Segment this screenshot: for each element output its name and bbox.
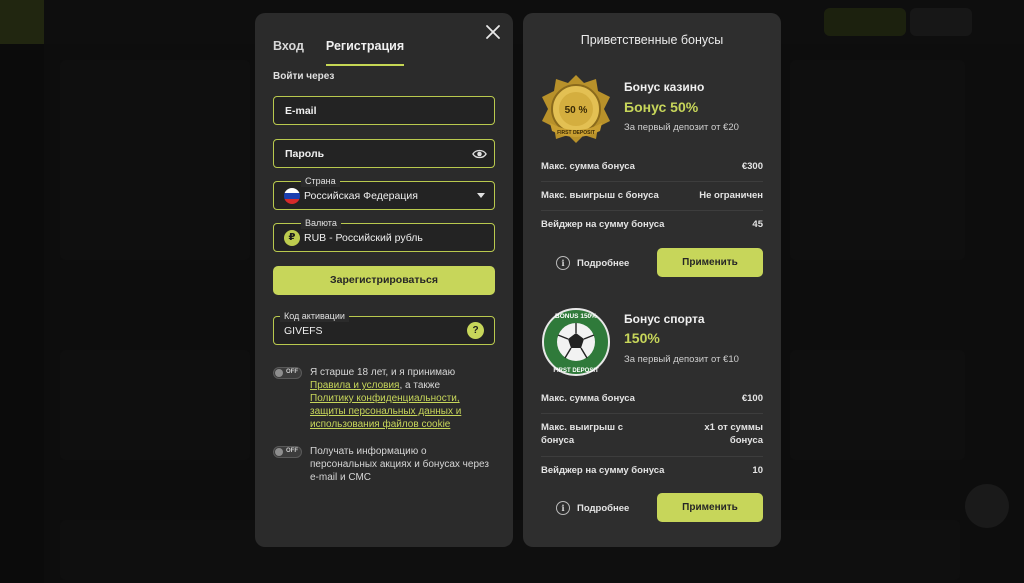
promo-consent: OFF Получать информацию о персональных а… <box>273 445 495 484</box>
sport-badge-text: BONUS 150% <box>555 313 597 320</box>
ruble-icon: ₽ <box>284 230 300 246</box>
row-value: €300 <box>741 161 763 172</box>
divider <box>541 181 763 182</box>
currency-legend: Валюта <box>301 217 341 229</box>
divider <box>541 413 763 414</box>
row-value: 10 <box>752 465 763 476</box>
password-field[interactable]: Пароль <box>273 139 495 168</box>
casino-bonus-name: Бонус казино <box>624 80 705 94</box>
registration-panel: Вход Регистрация Войти через E-mail Паро… <box>255 13 513 547</box>
caret-down-icon <box>477 193 485 198</box>
currency-select[interactable]: Валюта ₽ RUB - Российский рубль <box>273 217 495 252</box>
toggle-off-label: OFF <box>286 448 298 454</box>
table-row: Макс. сумма бонуса €100 <box>541 393 763 404</box>
register-button[interactable]: Зарегистрироваться <box>273 266 495 295</box>
country-value: Российская Федерация <box>304 190 418 202</box>
row-value: €100 <box>741 393 763 404</box>
country-select[interactable]: Страна Российская Федерация <box>273 175 495 210</box>
age-consent-text-middle: , а также <box>399 380 441 391</box>
row-value: x1 от суммы бонуса <box>704 422 763 446</box>
currency-value: RUB - Российский рубль <box>304 232 423 244</box>
casino-badge-text: 50 % <box>565 105 588 116</box>
rules-link[interactable]: Правила и условия <box>310 380 399 391</box>
close-icon[interactable] <box>485 24 501 40</box>
divider <box>541 456 763 457</box>
privacy-policy-link[interactable]: Политику конфиденциальности, защиты перс… <box>310 393 461 430</box>
activation-code-value: GIVEFS <box>284 325 323 337</box>
row-label: Макс. сумма бонуса <box>541 161 635 172</box>
age-consent-text: Я старше 18 лет, и я принимаю Правила и … <box>310 366 495 431</box>
divider <box>541 210 763 211</box>
activation-code-field[interactable]: Код активации GIVEFS ? <box>273 310 495 345</box>
auth-tabs: Вход Регистрация <box>273 39 405 66</box>
sport-bonus-name: Бонус спорта <box>624 312 705 326</box>
country-legend: Страна <box>301 175 340 187</box>
casino-bonus-value: Бонус 50% <box>624 99 699 115</box>
table-row: Макс. сумма бонуса €300 <box>541 161 763 172</box>
tab-login[interactable]: Вход <box>273 39 304 66</box>
casino-bonus-badge-icon: 50 % FIRST DEPOSIT <box>542 75 610 143</box>
login-via-label: Войти через <box>273 71 335 82</box>
row-value: Не ограничен <box>699 190 763 201</box>
activation-code-legend: Код активации <box>280 310 349 322</box>
eye-icon[interactable] <box>472 147 487 161</box>
casino-badge-ribbon: FIRST DEPOSIT <box>557 130 595 136</box>
russia-flag-icon <box>284 188 300 204</box>
sport-bonus-value: 150% <box>624 330 660 346</box>
table-row: Вейджер на сумму бонуса 45 <box>541 219 763 230</box>
casino-more-button[interactable]: i Подробнее <box>556 256 629 270</box>
promo-consent-toggle[interactable]: OFF <box>273 446 302 458</box>
row-label: Вейджер на сумму бонуса <box>541 465 665 476</box>
toggle-off-label: OFF <box>286 369 298 375</box>
row-label: Макс. сумма бонуса <box>541 393 635 404</box>
password-placeholder: Пароль <box>285 148 325 160</box>
row-label: Макс. выигрыш с бонуса <box>541 422 624 446</box>
table-row: Макс. выигрыш с бонуса x1 от суммы бонус… <box>541 421 763 447</box>
more-label: Подробнее <box>577 502 630 514</box>
row-value: 45 <box>752 219 763 230</box>
row-label: Вейджер на сумму бонуса <box>541 219 665 230</box>
age-consent-text-before: Я старше 18 лет, и я принимаю <box>310 367 456 378</box>
age-consent-toggle[interactable]: OFF <box>273 367 302 379</box>
help-icon[interactable]: ? <box>467 322 484 339</box>
tab-register[interactable]: Регистрация <box>325 39 405 66</box>
info-icon: i <box>556 256 570 270</box>
bonuses-title: Приветственные бонусы <box>580 33 724 47</box>
bonuses-panel: Приветственные бонусы 50 % FIRST DEPOSIT… <box>523 13 781 547</box>
table-row: Макс. выигрыш с бонуса Не ограничен <box>541 190 763 201</box>
email-placeholder: E-mail <box>285 105 317 117</box>
email-field[interactable]: E-mail <box>273 96 495 125</box>
casino-apply-button[interactable]: Применить <box>657 248 763 277</box>
sport-more-button[interactable]: i Подробнее <box>556 501 629 515</box>
sport-badge-ribbon: FIRST DEPOSIT <box>553 368 599 374</box>
sport-bonus-badge-icon: BONUS 150% FIRST DEPOSIT <box>542 308 610 376</box>
toggle-knob <box>275 448 283 456</box>
age-consent: OFF Я старше 18 лет, и я принимаю Правил… <box>273 366 495 431</box>
toggle-knob <box>275 369 283 377</box>
promo-consent-text: Получать информацию о персональных акция… <box>310 446 489 483</box>
more-label: Подробнее <box>577 257 630 269</box>
sport-bonus-sub: За первый депозит от €10 <box>624 354 739 365</box>
casino-bonus-sub: За первый депозит от €20 <box>624 122 739 133</box>
info-icon: i <box>556 501 570 515</box>
row-label: Макс. выигрыш с бонуса <box>541 190 659 201</box>
table-row: Вейджер на сумму бонуса 10 <box>541 465 763 476</box>
sport-apply-button[interactable]: Применить <box>657 493 763 522</box>
